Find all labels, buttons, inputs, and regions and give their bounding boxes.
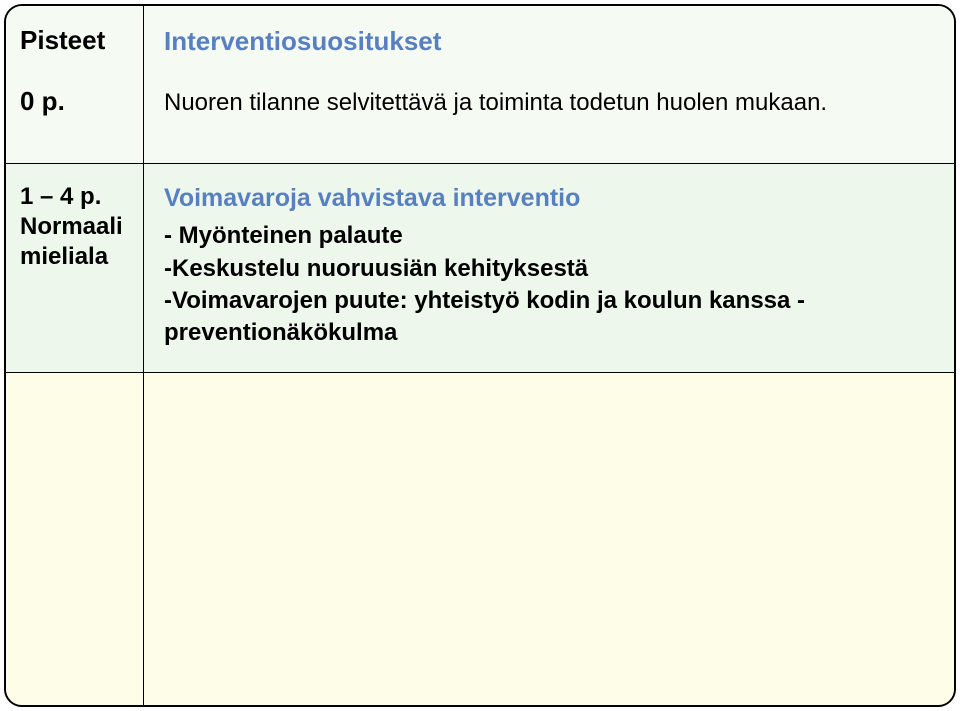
section-row-1: 1 – 4 p. Normaali mieliala Voimavaroja v… [6, 164, 954, 372]
intervention-table: Pisteet 0 p. Interventiosuositukset Nuor… [4, 4, 956, 707]
score-zero: 0 p. [20, 85, 133, 118]
empty-row [6, 373, 954, 705]
bullet-1: - Myönteinen palaute [164, 220, 934, 252]
empty-left-cell [6, 373, 144, 705]
bullet-2: -Keskustelu nuoruusiän kehityksestä [164, 253, 934, 285]
header-left-cell: Pisteet 0 p. [6, 6, 144, 163]
intervention-recommendations-heading: Interventiosuositukset [164, 24, 934, 59]
bullet-3: -Voimavarojen puute: yhteistyö kodin ja … [164, 285, 934, 350]
points-heading: Pisteet [20, 24, 133, 57]
empty-right-cell [144, 373, 954, 705]
score-label-mood: mieliala [20, 242, 133, 272]
header-right-cell: Interventiosuositukset Nuoren tilanne se… [144, 6, 954, 163]
header-subtitle: Nuoren tilanne selvitettävä ja toiminta … [164, 87, 934, 119]
score-label-normal: Normaali [20, 212, 133, 242]
section1-left-cell: 1 – 4 p. Normaali mieliala [6, 164, 144, 371]
section1-right-cell: Voimavaroja vahvistava interventio - Myö… [144, 164, 954, 371]
intervention-title-1: Voimavaroja vahvistava interventio [164, 182, 934, 216]
header-row: Pisteet 0 p. Interventiosuositukset Nuor… [6, 6, 954, 164]
score-range-1: 1 – 4 p. [20, 182, 133, 212]
